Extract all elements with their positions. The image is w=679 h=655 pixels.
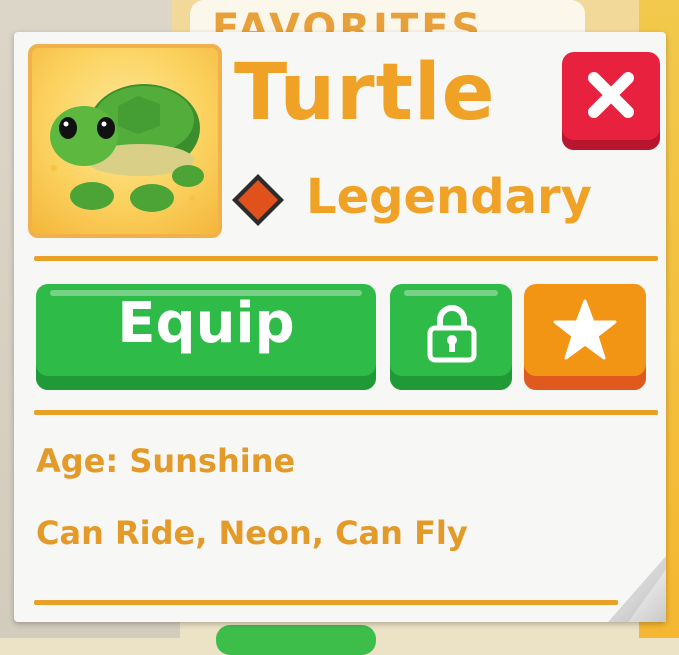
star-icon (553, 299, 617, 360)
pet-portrait (28, 44, 222, 238)
pet-info-panel: Turtle Legendary Equip Age: Sunshine Can… (14, 32, 666, 622)
favorite-button[interactable] (524, 284, 646, 390)
pet-rarity: Legendary (306, 169, 592, 225)
lock-button-shine (404, 290, 498, 296)
equip-button[interactable]: Equip (36, 284, 376, 390)
turtle-image (50, 84, 204, 212)
pet-age: Age: Sunshine (36, 442, 296, 480)
background-green-button (216, 625, 376, 655)
close-icon (588, 72, 634, 118)
divider-middle (34, 410, 658, 415)
lock-icon (427, 305, 477, 363)
close-button[interactable] (562, 52, 660, 150)
equip-button-label: Equip (117, 291, 295, 356)
pet-traits: Can Ride, Neon, Can Fly (36, 514, 468, 552)
divider-top (34, 256, 658, 261)
lock-button[interactable] (390, 284, 512, 390)
pet-name: Turtle (234, 48, 496, 138)
divider-bottom (34, 600, 618, 605)
rarity-diamond-icon (232, 174, 284, 226)
